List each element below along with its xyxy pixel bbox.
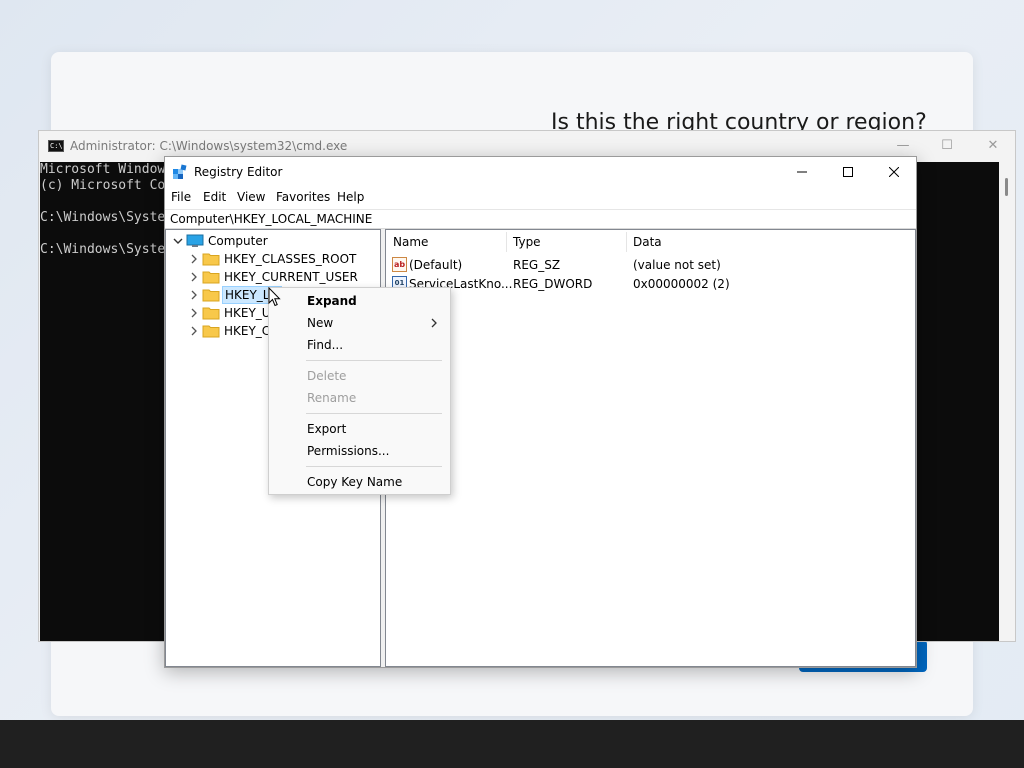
- menu-item-label: Find...: [307, 338, 344, 352]
- context-menu-permissions[interactable]: Permissions...: [270, 440, 449, 462]
- minimize-icon: [797, 171, 807, 173]
- chevron-right-icon[interactable]: [188, 270, 200, 284]
- menu-separator: [306, 466, 442, 467]
- value-row[interactable]: ab (Default) REG_SZ (value not set): [386, 255, 915, 274]
- cmd-line: C:\Windows\Syste: [40, 210, 166, 225]
- context-menu-new[interactable]: New: [270, 312, 449, 334]
- menu-separator: [306, 360, 442, 361]
- regedit-close-button[interactable]: [871, 157, 917, 187]
- tree-item-label: Computer: [208, 234, 268, 248]
- regedit-maximize-button[interactable]: [825, 157, 871, 187]
- cmd-scrollbar-thumb[interactable]: [1005, 178, 1008, 196]
- value-type: REG_DWORD: [513, 277, 593, 291]
- chevron-down-icon[interactable]: [172, 234, 184, 248]
- menu-favorites[interactable]: Favorites: [276, 190, 330, 204]
- tree-item-label: HKEY_CLASSES_ROOT: [224, 252, 357, 266]
- cmd-line: C:\Windows\Syste: [40, 242, 166, 257]
- menu-item-label: Delete: [307, 369, 347, 383]
- folder-icon: [202, 289, 220, 302]
- cmd-window-title: Administrator: C:\Windows\system32\cmd.e…: [70, 139, 348, 153]
- column-divider[interactable]: [626, 232, 627, 252]
- menu-help[interactable]: Help: [337, 190, 364, 204]
- chevron-right-icon[interactable]: [188, 324, 200, 338]
- menu-item-label: Rename: [307, 391, 357, 405]
- menu-item-label: Export: [307, 422, 347, 436]
- menu-item-label: New: [307, 316, 334, 330]
- cmd-app-icon: C:\: [48, 140, 64, 152]
- column-divider[interactable]: [506, 232, 507, 252]
- regedit-minimize-button[interactable]: [779, 157, 825, 187]
- menu-file[interactable]: File: [171, 190, 191, 204]
- string-value-icon: ab: [392, 257, 407, 272]
- menu-item-label: Permissions...: [307, 444, 390, 458]
- column-header-type[interactable]: Type: [513, 235, 541, 253]
- tree-item-hkey-current-user[interactable]: HKEY_CURRENT_USER: [188, 268, 378, 286]
- tree-item-hkey-classes-root[interactable]: HKEY_CLASSES_ROOT: [188, 250, 378, 268]
- cmd-line: (c) Microsoft Co: [40, 178, 166, 193]
- regedit-titlebar[interactable]: Registry Editor: [165, 157, 916, 187]
- context-menu-copy-key-name[interactable]: Copy Key Name: [270, 471, 449, 493]
- address-bar[interactable]: Computer\HKEY_LOCAL_MACHINE: [165, 209, 916, 229]
- chevron-right-icon[interactable]: [188, 288, 200, 302]
- folder-icon: [202, 325, 220, 338]
- chevron-right-icon[interactable]: [188, 252, 200, 266]
- folder-icon: [202, 253, 220, 266]
- computer-icon: [186, 234, 204, 247]
- cmd-minimize-button[interactable]: —: [883, 135, 923, 157]
- menu-view[interactable]: View: [237, 190, 265, 204]
- values-list-pane[interactable]: Name Type Data ab (Default) REG_SZ (valu…: [385, 229, 916, 667]
- regedit-menubar: File Edit View Favorites Help: [165, 187, 916, 209]
- regedit-window-title: Registry Editor: [194, 165, 283, 179]
- column-header-data[interactable]: Data: [633, 235, 662, 253]
- context-menu-expand[interactable]: Expand: [270, 290, 449, 312]
- value-data: 0x00000002 (2): [633, 277, 730, 291]
- mouse-pointer-icon: [268, 287, 281, 307]
- menu-item-label: Copy Key Name: [307, 475, 403, 489]
- context-menu-delete: Delete: [270, 365, 449, 387]
- folder-icon: [202, 307, 220, 320]
- menu-edit[interactable]: Edit: [203, 190, 226, 204]
- close-icon: [889, 167, 899, 177]
- folder-icon: [202, 271, 220, 284]
- cmd-close-button[interactable]: ✕: [973, 135, 1013, 157]
- cmd-scrollbar[interactable]: [999, 162, 1015, 641]
- taskbar: [0, 720, 1024, 768]
- menu-separator: [306, 413, 442, 414]
- tree-item-computer[interactable]: Computer: [172, 232, 372, 250]
- context-menu-export[interactable]: Export: [270, 418, 449, 440]
- cmd-line: Microsoft Window: [40, 162, 166, 177]
- value-data: (value not set): [633, 258, 721, 272]
- value-type: REG_SZ: [513, 258, 561, 272]
- context-menu: Expand New Find... Delete Rename Export …: [268, 287, 451, 495]
- column-header-name[interactable]: Name: [393, 235, 428, 253]
- cmd-maximize-button[interactable]: ☐: [927, 135, 967, 157]
- chevron-right-icon: [431, 318, 437, 328]
- menu-item-label: Expand: [307, 294, 357, 308]
- address-path[interactable]: Computer\HKEY_LOCAL_MACHINE: [170, 212, 372, 226]
- chevron-right-icon[interactable]: [188, 306, 200, 320]
- value-name: (Default): [409, 258, 463, 272]
- context-menu-rename: Rename: [270, 387, 449, 409]
- value-row[interactable]: 01 ServiceLastKno... REG_DWORD 0x0000000…: [386, 274, 915, 293]
- context-menu-find[interactable]: Find...: [270, 334, 449, 356]
- registry-editor-icon: [173, 164, 187, 179]
- maximize-icon: [843, 167, 853, 177]
- tree-item-label: HKEY_CURRENT_USER: [224, 270, 358, 284]
